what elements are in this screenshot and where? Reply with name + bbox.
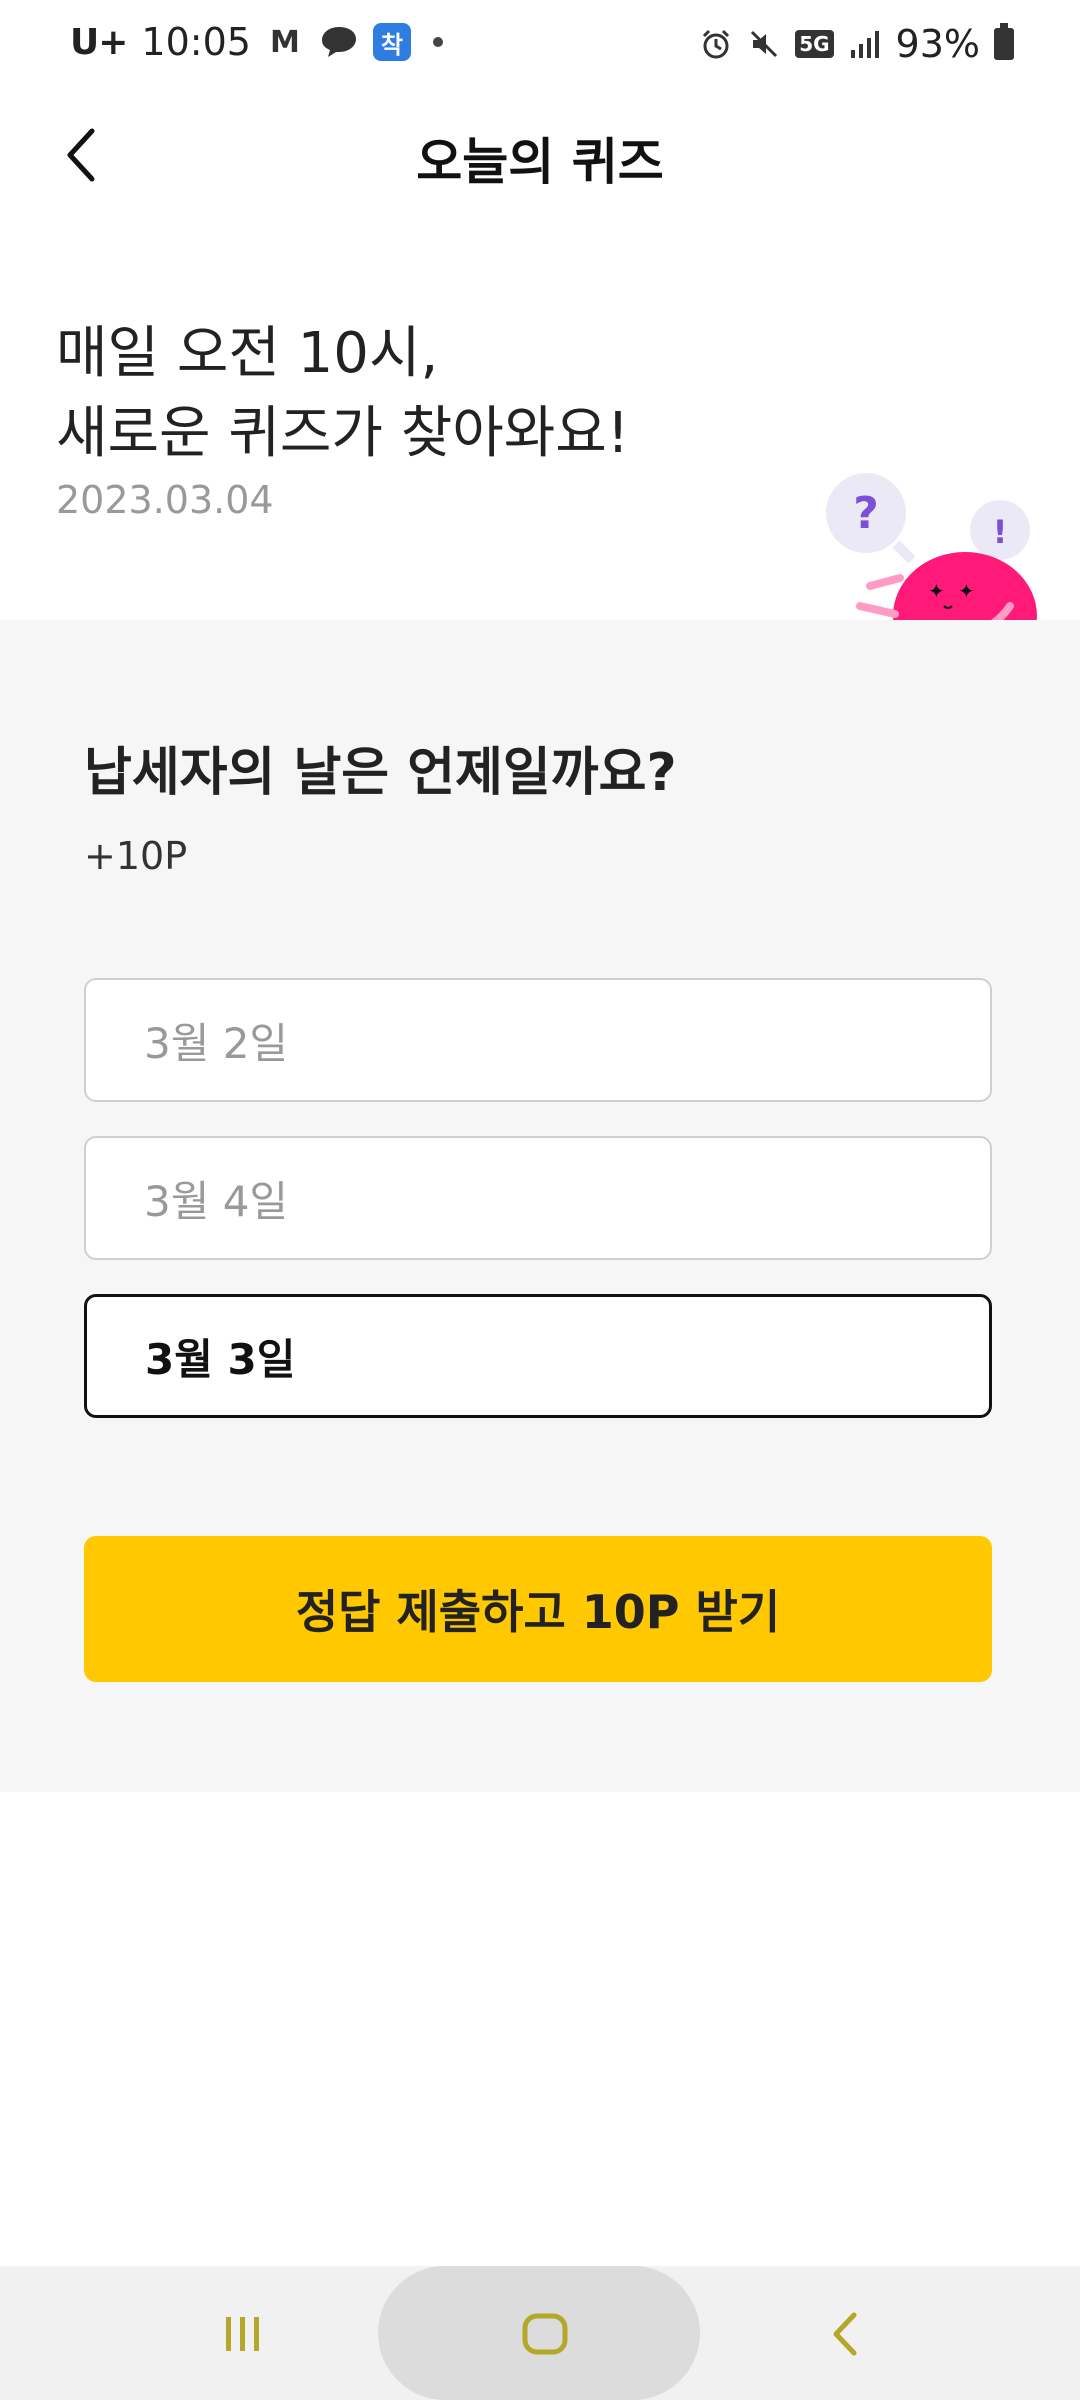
answer-option-1[interactable]: 3월 2일: [84, 978, 992, 1102]
talk-icon: [319, 22, 359, 62]
system-nav-bar: [0, 2266, 1080, 2400]
hero-headline: 매일 오전 10시, 새로운 퀴즈가 찾아와요!: [56, 321, 630, 466]
recent-apps-icon: [226, 2317, 259, 2351]
status-left: U+ 10:05 M 착: [70, 20, 443, 64]
quiz-question: 납세자의 날은 언제일까요?: [84, 743, 677, 803]
answer-option-label: 3월 2일: [144, 1018, 289, 1068]
home-icon: [522, 2313, 568, 2355]
system-back-button[interactable]: [802, 2292, 892, 2376]
network-5g-icon: 5G: [795, 30, 834, 58]
alarm-icon: [699, 27, 733, 61]
battery-icon: [994, 23, 1014, 60]
clock: 10:05: [141, 20, 251, 64]
battery-percent: 93%: [895, 22, 980, 66]
svg-text:✦: ✦: [928, 579, 945, 603]
quiz-points: +10P: [84, 834, 188, 878]
status-bar: U+ 10:05 M 착 5G 93%: [0, 0, 1080, 92]
back-icon: [833, 2312, 857, 2356]
status-right: 5G 93%: [699, 22, 1014, 66]
mascot-question-mark: ?: [853, 488, 879, 539]
home-button[interactable]: [500, 2292, 590, 2376]
submit-answer-button[interactable]: 정답 제출하고 10P 받기: [84, 1536, 992, 1682]
app-header: 오늘의 퀴즈: [0, 100, 1080, 210]
signal-icon: [848, 27, 882, 61]
answer-option-label: 3월 3일: [145, 1334, 296, 1384]
carrier-label: U+: [70, 21, 128, 63]
app-icon-blue: 착: [372, 23, 411, 61]
svg-text:✦: ✦: [958, 579, 975, 603]
gmail-icon: M: [269, 24, 300, 60]
mute-icon: [747, 27, 781, 61]
quiz-panel: 납세자의 날은 언제일까요? +10P 3월 2일 3월 4일 3월 3일 정답…: [0, 620, 1080, 1792]
mascot-exclaim-mark: !: [993, 513, 1008, 551]
page-title: 오늘의 퀴즈: [416, 133, 664, 191]
answer-option-label: 3월 4일: [144, 1176, 289, 1226]
answer-option-3-selected[interactable]: 3월 3일: [84, 1294, 992, 1418]
quiz-date: 2023.03.04: [56, 478, 274, 522]
dot-icon: [432, 37, 443, 47]
recent-apps-button[interactable]: [198, 2292, 288, 2376]
hero-section: 매일 오전 10시, 새로운 퀴즈가 찾아와요! 2023.03.04 ? ! …: [0, 210, 1080, 680]
answer-option-2[interactable]: 3월 4일: [84, 1136, 992, 1260]
